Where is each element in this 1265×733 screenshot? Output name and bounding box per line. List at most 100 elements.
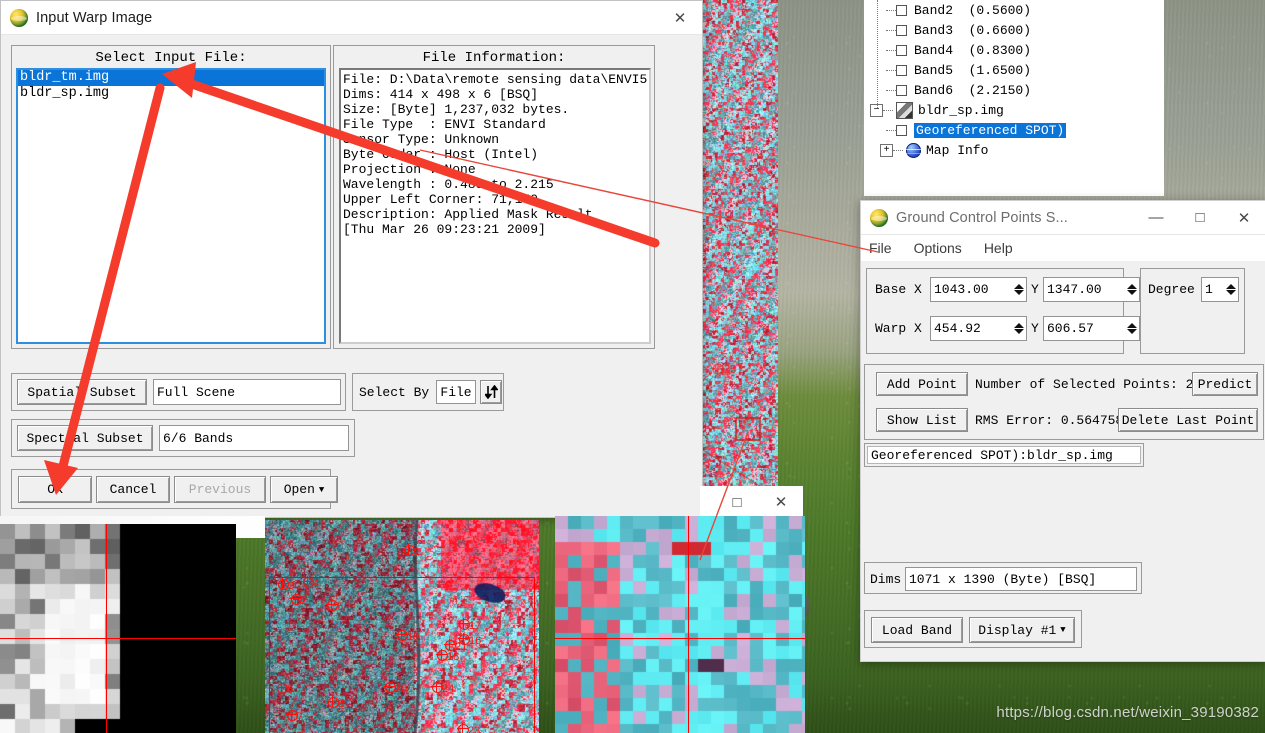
input-file-list[interactable]: bldr_tm.img bldr_sp.img — [16, 68, 326, 344]
warp-x-spinner[interactable] — [1011, 317, 1026, 340]
display-select-label: Display #1 — [978, 622, 1057, 638]
gcp-dims-row: Dims 1071 x 1390 (Byte) [BSQ] — [864, 562, 1142, 594]
gcp-marker: 8 — [327, 696, 344, 710]
show-list-button[interactable]: Show List — [876, 408, 968, 432]
warp-y-input[interactable]: 606.57 — [1043, 316, 1140, 341]
scroll-box-top — [269, 577, 535, 578]
spatial-subset-button[interactable]: Spatial Subset — [17, 379, 147, 405]
gcp-marker: 18 — [436, 649, 459, 663]
menu-help[interactable]: Help — [984, 240, 1013, 256]
ok-button[interactable]: OK — [18, 476, 92, 503]
degree-input[interactable]: 1 — [1201, 277, 1239, 302]
spectral-subset-value: 6/6 Bands — [159, 425, 349, 451]
main-canvas[interactable] — [555, 516, 805, 733]
warp-y-spinner[interactable] — [1124, 317, 1139, 340]
gcp-titlebar[interactable]: Ground Control Points S... — □ ✕ — [861, 201, 1265, 235]
scroll-window[interactable]: 1 3 4 2 5 17 19 16 21 18 20 24 6 8 7 23 — [265, 520, 539, 733]
checkbox-icon[interactable] — [896, 84, 907, 96]
gcp-marker: 2 — [290, 593, 307, 607]
menu-options[interactable]: Options — [914, 240, 962, 256]
chevron-down-icon: ▼ — [1060, 625, 1066, 635]
main-image-window[interactable] — [555, 516, 805, 733]
gcp-menubar[interactable]: File Options Help — [861, 235, 1265, 261]
bands-tree-rows[interactable]: Band2 (0.5600) Band3 (0.6600) Band4 (0.830… — [864, 0, 1164, 160]
tree-row[interactable]: Band5 (1.6500) — [864, 60, 1164, 80]
base-x-spinner[interactable] — [1011, 278, 1026, 301]
checkbox-icon[interactable] — [896, 24, 907, 36]
main-crosshair-vertical — [688, 516, 689, 733]
info-line: Size: [Byte] 1,237,032 bytes. — [343, 102, 570, 117]
tree-row[interactable]: Georeferenced SPOT) — [864, 120, 1164, 140]
checkbox-icon[interactable] — [896, 64, 907, 76]
available-bands-list[interactable]: Band2 (0.5600) Band3 (0.6600) Band4 (0.830… — [864, 0, 1164, 196]
tree-row[interactable]: Band2 (0.5600) — [864, 0, 1164, 20]
main-crosshair-horizontal — [555, 638, 805, 639]
envi-logo-icon — [10, 8, 28, 27]
list-item[interactable]: bldr_sp.img — [18, 86, 324, 102]
predict-button[interactable]: Predict — [1192, 372, 1258, 396]
warp-dialog-button-row: OK Cancel Previous Open ▼ — [11, 469, 338, 509]
scroll-canvas[interactable] — [265, 520, 539, 733]
gcp-marker: 1 — [403, 544, 420, 558]
tree-row[interactable]: Band3 (0.6600) — [864, 20, 1164, 40]
chevron-down-icon: ▼ — [318, 484, 325, 495]
expand-icon[interactable]: + — [880, 143, 893, 157]
gcp-window-buttons[interactable]: — □ ✕ — [1134, 201, 1265, 234]
warp-window-buttons[interactable]: ✕ — [658, 1, 702, 34]
strip-canvas[interactable] — [703, 0, 778, 490]
zoom-window[interactable] — [0, 524, 236, 733]
display-select-button[interactable]: Display #1 ▼ — [969, 617, 1075, 643]
gcp-marker: 6 — [276, 682, 293, 696]
degree-spinner[interactable] — [1223, 278, 1238, 301]
select-by-value[interactable]: File — [436, 380, 476, 404]
zoom-crosshair-horizontal — [0, 638, 236, 639]
partial-window-titlebar[interactable]: □ ✕ — [700, 486, 803, 518]
checkbox-icon[interactable] — [896, 4, 907, 16]
maximize-icon[interactable]: □ — [715, 486, 759, 518]
warp-x-input[interactable]: 454.92 — [930, 316, 1027, 341]
minimize-icon[interactable]: — — [1134, 201, 1178, 234]
info-line: Upper Left Corner: 71,150 — [343, 192, 539, 207]
delete-last-point-button[interactable]: Delete Last Point — [1118, 408, 1258, 432]
base-x-input[interactable]: 1043.00 — [930, 277, 1027, 302]
input-warp-image-dialog[interactable]: Input Warp Image ✕ Select Input File: bl… — [0, 0, 703, 518]
open-button[interactable]: Open ▼ — [270, 476, 338, 503]
scroll-box-left — [269, 577, 270, 733]
warp-y-value: 606.57 — [1047, 321, 1094, 336]
base-x-value: 1043.00 — [934, 282, 989, 297]
spatial-subset-value: Full Scene — [153, 379, 341, 405]
updown-arrows-icon[interactable] — [480, 380, 502, 404]
tree-row[interactable]: − bldr_sp.img — [864, 100, 1164, 120]
tree-row[interactable]: Band6 (2.2150) — [864, 80, 1164, 100]
select-input-file-group: Select Input File: bldr_tm.img bldr_sp.im… — [11, 45, 331, 349]
tree-row[interactable]: + Map Info — [864, 140, 1164, 160]
zoom-canvas[interactable] — [0, 524, 236, 733]
gcp-file-name-box: Georeferenced SPOT):bldr_sp.img — [864, 443, 1144, 467]
warp-dialog-titlebar[interactable]: Input Warp Image ✕ — [1, 1, 702, 35]
dims-label: Dims — [870, 572, 902, 587]
close-icon[interactable]: ✕ — [658, 1, 702, 34]
image-strip-window[interactable] — [703, 0, 778, 490]
spectral-subset-row: Spectral Subset 6/6 Bands — [11, 419, 355, 457]
checkbox-icon[interactable] — [896, 124, 907, 136]
add-point-button[interactable]: Add Point — [876, 372, 968, 396]
gcp-load-row: Load Band Display #1 ▼ — [864, 610, 1082, 648]
file-information-header: File Information: — [422, 50, 566, 66]
tree-row[interactable]: Band4 (0.8300) — [864, 40, 1164, 60]
menu-file[interactable]: File — [869, 240, 892, 256]
load-band-button[interactable]: Load Band — [871, 617, 963, 643]
base-x-label: Base X — [875, 282, 922, 297]
checkbox-icon[interactable] — [896, 44, 907, 56]
base-y-spinner[interactable] — [1124, 278, 1139, 301]
spectral-subset-button[interactable]: Spectral Subset — [17, 425, 153, 451]
tree-row-label: bldr_sp.img — [918, 102, 1004, 118]
info-line: Description: Applied Mask Result — [343, 207, 593, 222]
open-button-label: Open — [283, 482, 315, 497]
maximize-icon[interactable]: □ — [1178, 201, 1222, 234]
list-item[interactable]: bldr_tm.img — [18, 70, 324, 86]
close-icon[interactable]: ✕ — [1222, 201, 1265, 234]
cancel-button[interactable]: Cancel — [96, 476, 170, 503]
close-icon[interactable]: ✕ — [759, 486, 803, 518]
degree-value: 1 — [1205, 282, 1213, 297]
base-y-input[interactable]: 1347.00 — [1043, 277, 1140, 302]
